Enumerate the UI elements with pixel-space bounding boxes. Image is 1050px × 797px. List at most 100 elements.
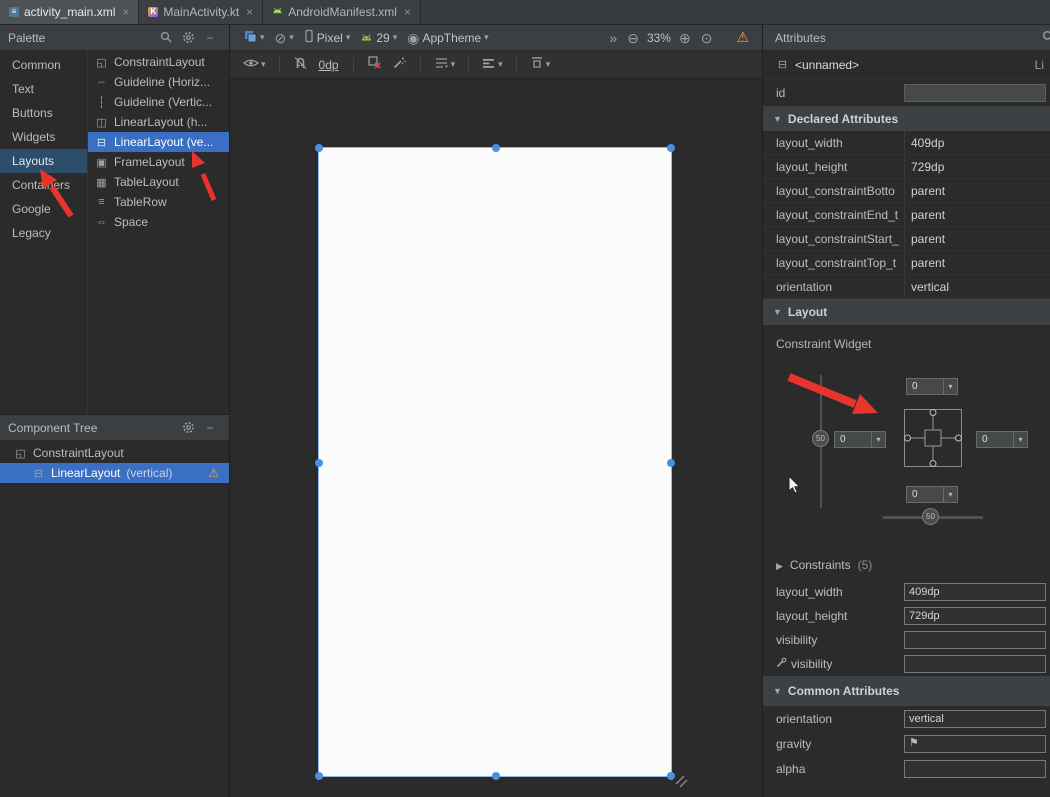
chevron-down-icon[interactable]: ▾	[871, 432, 885, 447]
tools-visibility-input[interactable]	[904, 655, 1046, 673]
resize-handle-bottom-right[interactable]	[667, 772, 675, 780]
tab-androidmanifest-xml[interactable]: AndroidManifest.xml ×	[263, 0, 421, 24]
attr-row-constraint-start[interactable]: layout_constraintStart_parent	[763, 227, 1050, 251]
palette-item-guideline-vertical[interactable]: ┆Guideline (Vertic...	[88, 92, 229, 112]
palette-item-space[interactable]: ⇔Space	[88, 212, 229, 232]
align-button[interactable]: ▾	[479, 54, 506, 76]
zoom-out-button[interactable]: ⊖	[622, 27, 644, 49]
attr-value[interactable]: parent	[904, 251, 1050, 274]
gear-icon[interactable]	[177, 418, 199, 438]
attr-row-orientation[interactable]: orientationvertical	[763, 275, 1050, 299]
design-surface-selector[interactable]: ▾	[238, 27, 270, 49]
section-expanded-icon[interactable]: ▼	[773, 686, 782, 696]
theme-selector[interactable]: ◉ AppTheme ▾	[402, 27, 493, 49]
view-options-button[interactable]: ▾	[240, 54, 269, 76]
attr-value[interactable]: 729dp	[904, 155, 1050, 178]
layout-section-header[interactable]: ▼ Layout	[763, 299, 1050, 325]
resize-handle-top-right[interactable]	[667, 144, 675, 152]
palette-item-tablerow[interactable]: ≡TableRow	[88, 192, 229, 212]
constraint-widget-square[interactable]	[904, 409, 962, 470]
resize-handle-mid-left[interactable]	[315, 459, 323, 467]
hide-panel-icon[interactable]: −	[199, 28, 221, 48]
attr-row-layout-width[interactable]: layout_width409dp	[763, 131, 1050, 155]
orientation-input[interactable]	[904, 710, 1046, 728]
palette-item-guideline-horizontal[interactable]: ┄Guideline (Horiz...	[88, 72, 229, 92]
attr-value[interactable]: parent	[904, 227, 1050, 250]
search-icon[interactable]	[1042, 30, 1050, 47]
close-icon[interactable]: ×	[404, 5, 411, 19]
zoom-level[interactable]: 33%	[644, 31, 674, 45]
api-level-selector[interactable]: 29 ▾	[355, 27, 402, 49]
palette-item-constraintlayout[interactable]: ◱ConstraintLayout	[88, 52, 229, 72]
margin-right-dropdown[interactable]: 0 ▾	[976, 431, 1028, 448]
default-margin-dropdown[interactable]: 0dp	[315, 58, 343, 72]
vertical-bias-handle[interactable]: 50	[812, 430, 829, 447]
attr-value[interactable]: 409dp	[904, 131, 1050, 154]
chevron-down-icon[interactable]: ▾	[1013, 432, 1027, 447]
section-expanded-icon[interactable]: ▼	[773, 307, 782, 317]
attr-value[interactable]: parent	[904, 203, 1050, 226]
palette-item-linearlayout-horizontal[interactable]: ◫LinearLayout (h...	[88, 112, 229, 132]
design-surface[interactable]	[230, 79, 762, 797]
orientation-selector[interactable]: ⊘ ▾	[270, 27, 299, 49]
gravity-input[interactable]	[904, 735, 1046, 753]
close-icon[interactable]: ×	[122, 5, 129, 19]
tab-activity-main-xml[interactable]: ≡ activity_main.xml ×	[0, 0, 139, 24]
guidelines-button[interactable]: ▾	[431, 54, 459, 76]
palette-category-widgets[interactable]: Widgets	[0, 125, 87, 149]
tab-mainactivity-kt[interactable]: K MainActivity.kt ×	[139, 0, 263, 24]
resize-handle-top-center[interactable]	[492, 144, 500, 152]
id-input[interactable]	[904, 84, 1046, 102]
zoom-in-button[interactable]: ⊕	[674, 27, 696, 49]
infer-constraints-button[interactable]	[389, 54, 410, 76]
declared-attributes-section-header[interactable]: ▼ Declared Attributes	[763, 106, 1050, 131]
autoconnect-toggle[interactable]	[290, 54, 311, 76]
section-expanded-icon[interactable]: ▼	[773, 114, 782, 124]
constraints-section-toggle[interactable]: ▶ Constraints (5)	[763, 545, 1050, 580]
common-attributes-section-header[interactable]: ▼ Common Attributes	[763, 676, 1050, 706]
chevron-down-icon[interactable]: ▾	[943, 487, 957, 502]
toolbar-overflow-button[interactable]: »	[604, 27, 622, 49]
zoom-to-fit-button[interactable]: ⊙	[696, 27, 718, 49]
clear-constraints-button[interactable]	[364, 54, 385, 76]
resize-handle-mid-right[interactable]	[667, 459, 675, 467]
palette-category-containers[interactable]: Containers	[0, 173, 87, 197]
section-collapsed-icon[interactable]: ▶	[776, 561, 783, 572]
chevron-down-icon[interactable]: ▾	[943, 379, 957, 394]
palette-item-linearlayout-vertical[interactable]: ⊟LinearLayout (ve...	[88, 132, 229, 152]
warnings-button[interactable]: ⚠	[731, 27, 754, 49]
palette-category-google[interactable]: Google	[0, 197, 87, 221]
attr-value[interactable]: parent	[904, 179, 1050, 202]
attr-row-constraint-end[interactable]: layout_constraintEnd_tparent	[763, 203, 1050, 227]
margin-bottom-dropdown[interactable]: 0 ▾	[906, 486, 958, 503]
tree-item-constraintlayout[interactable]: ◱ ConstraintLayout	[0, 443, 229, 463]
tree-item-linearlayout-vertical[interactable]: ⊟ LinearLayout (vertical) ⚠	[0, 463, 229, 483]
attr-row-layout-height[interactable]: layout_height729dp	[763, 155, 1050, 179]
device-canvas-linearlayout[interactable]	[318, 147, 672, 777]
palette-item-framelayout[interactable]: ▣FrameLayout	[88, 152, 229, 172]
close-icon[interactable]: ×	[246, 5, 253, 19]
search-icon[interactable]	[155, 28, 177, 48]
layout-width-input[interactable]	[904, 583, 1046, 601]
device-selector[interactable]: Pixel ▾	[299, 27, 356, 49]
palette-category-common[interactable]: Common	[0, 53, 87, 77]
layout-height-input[interactable]	[904, 607, 1046, 625]
resize-handle-bottom-center[interactable]	[492, 772, 500, 780]
visibility-input[interactable]	[904, 631, 1046, 649]
alpha-input[interactable]	[904, 760, 1046, 778]
palette-item-tablelayout[interactable]: ▦TableLayout	[88, 172, 229, 192]
margin-left-dropdown[interactable]: 0 ▾	[834, 431, 886, 448]
selected-component-row[interactable]: ⊟ <unnamed> Li	[763, 51, 1050, 79]
palette-category-buttons[interactable]: Buttons	[0, 101, 87, 125]
palette-category-legacy[interactable]: Legacy	[0, 221, 87, 245]
gear-icon[interactable]	[177, 28, 199, 48]
hide-panel-icon[interactable]: −	[199, 418, 221, 438]
resize-handle-top-left[interactable]	[315, 144, 323, 152]
margin-top-dropdown[interactable]: 0 ▾	[906, 378, 958, 395]
resize-handle-bottom-left[interactable]	[315, 772, 323, 780]
flag-icon[interactable]: ⚑	[909, 736, 919, 749]
palette-category-text[interactable]: Text	[0, 77, 87, 101]
palette-category-layouts[interactable]: Layouts	[0, 149, 87, 173]
attr-row-constraint-top[interactable]: layout_constraintTop_tparent	[763, 251, 1050, 275]
horizontal-bias-handle[interactable]: 50	[922, 508, 939, 525]
